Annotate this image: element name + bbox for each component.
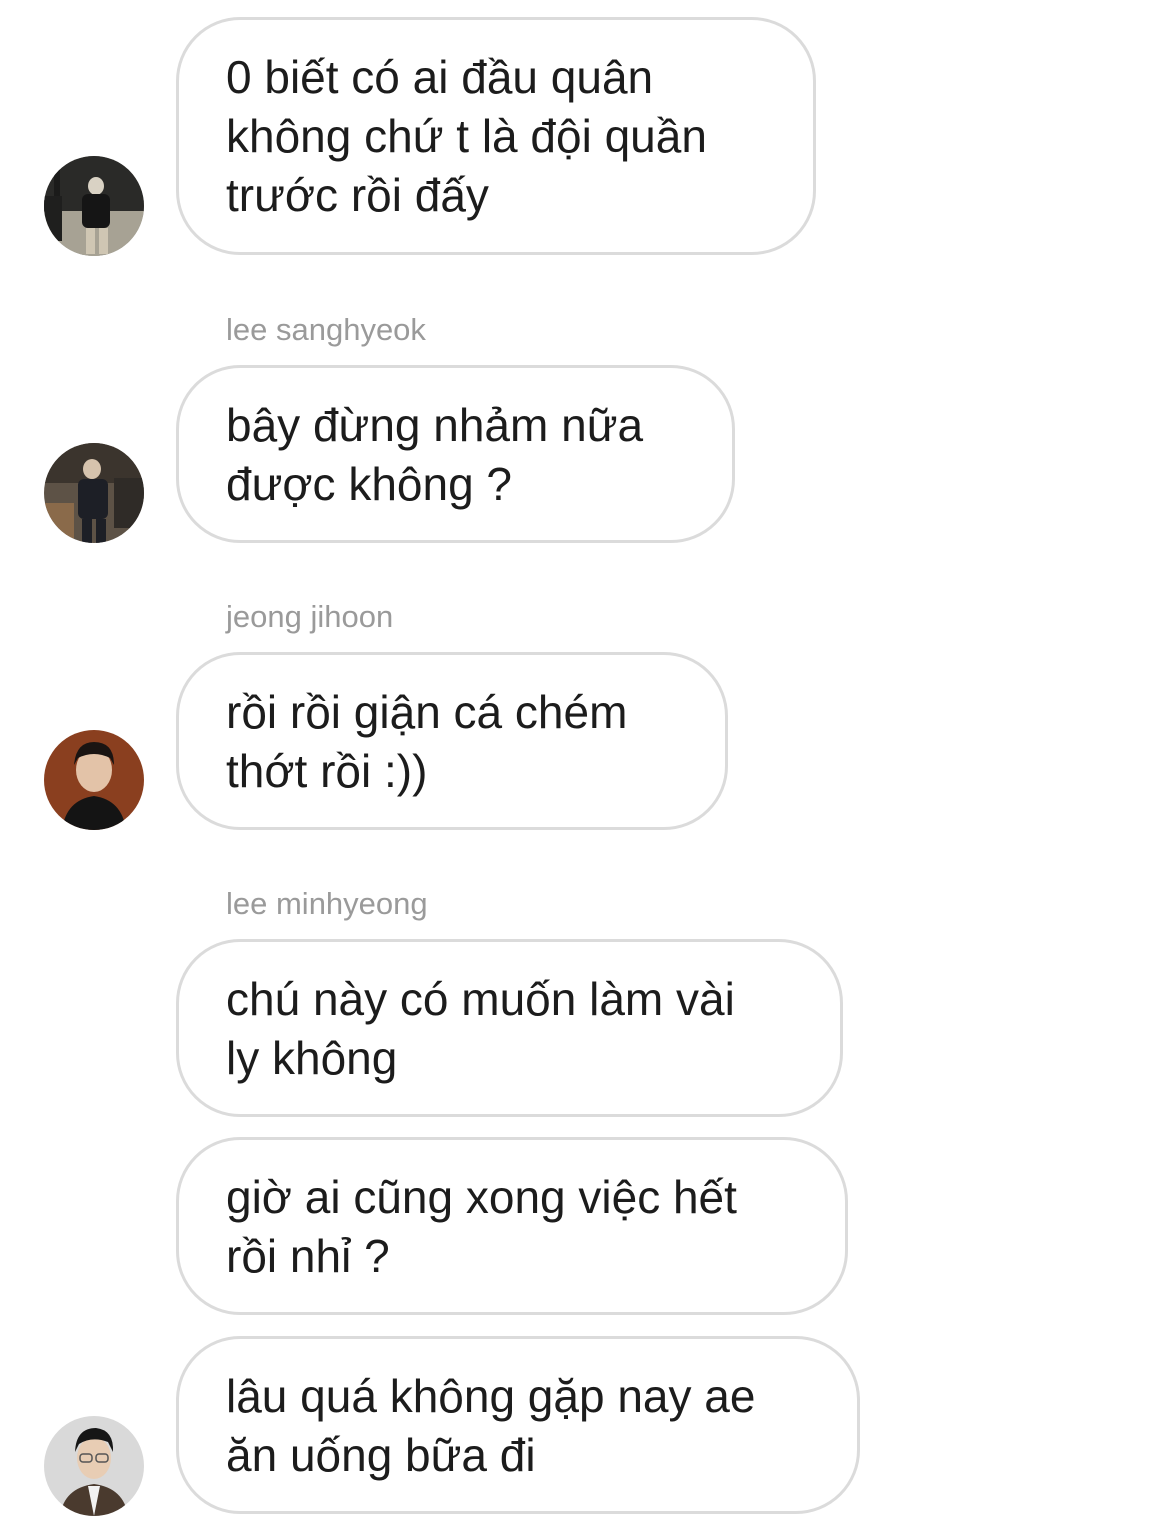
avatar[interactable] <box>44 443 144 543</box>
message-bubble[interactable]: chú này có muốn làm vài ly không <box>176 939 843 1117</box>
avatar[interactable] <box>44 156 144 256</box>
avatar-icon <box>44 443 144 543</box>
sender-name: jeong jihoon <box>226 599 394 634</box>
avatar-icon <box>44 1416 144 1516</box>
sender-name: lee sanghyeok <box>226 312 426 347</box>
message-bubble[interactable]: giờ ai cũng xong việc hết rồi nhỉ ? <box>176 1137 848 1315</box>
message-bubble[interactable]: rồi rồi giận cá chém thớt rồi :)) <box>176 652 728 830</box>
avatar[interactable] <box>44 730 144 830</box>
message-bubble[interactable]: 0 biết có ai đầu quân không chứ t là đội… <box>176 17 816 255</box>
avatar-icon <box>44 730 144 830</box>
sender-name: lee minhyeong <box>226 886 428 921</box>
avatar-icon <box>44 156 144 256</box>
message-bubble[interactable]: bây đừng nhảm nữa được không ? <box>176 365 735 543</box>
avatar[interactable] <box>44 1416 144 1516</box>
message-bubble[interactable]: lâu quá không gặp nay ae ăn uống bữa đi <box>176 1336 860 1514</box>
